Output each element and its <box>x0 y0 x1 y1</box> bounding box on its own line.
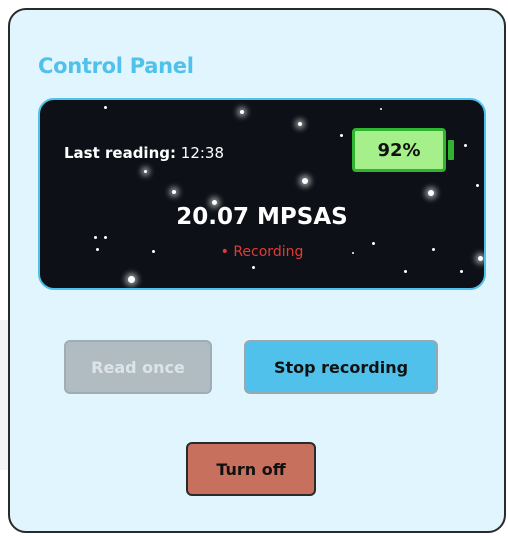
battery-level: 92% <box>377 139 421 161</box>
star <box>94 236 97 239</box>
star <box>476 184 479 187</box>
display-screen: Last reading: 12:38 92% 20.07 MPSAS • Re… <box>38 98 486 290</box>
sky-brightness-reading: 20.07 MPSAS <box>176 204 348 230</box>
recording-status: • Recording <box>220 244 304 260</box>
star <box>464 144 467 147</box>
star <box>144 170 147 173</box>
star <box>302 178 308 184</box>
panel-title: Control Panel <box>38 54 194 78</box>
star <box>252 266 255 269</box>
battery-terminal-icon <box>448 140 454 160</box>
last-reading-label: Last reading: <box>64 144 176 162</box>
star <box>460 270 463 273</box>
star <box>404 270 407 273</box>
star <box>380 108 382 110</box>
battery-indicator: 92% <box>352 128 446 172</box>
star <box>240 110 244 114</box>
star <box>128 276 135 283</box>
read-once-button[interactable]: Read once <box>64 340 212 394</box>
last-reading-time: 12:38 <box>180 144 225 162</box>
star <box>172 190 176 194</box>
star <box>298 122 302 126</box>
star <box>104 236 107 239</box>
star <box>340 134 343 137</box>
star <box>104 106 107 109</box>
star <box>428 190 434 196</box>
stop-recording-button[interactable]: Stop recording <box>244 340 438 394</box>
turn-off-button[interactable]: Turn off <box>186 442 316 496</box>
last-reading: Last reading: 12:38 <box>64 144 224 162</box>
